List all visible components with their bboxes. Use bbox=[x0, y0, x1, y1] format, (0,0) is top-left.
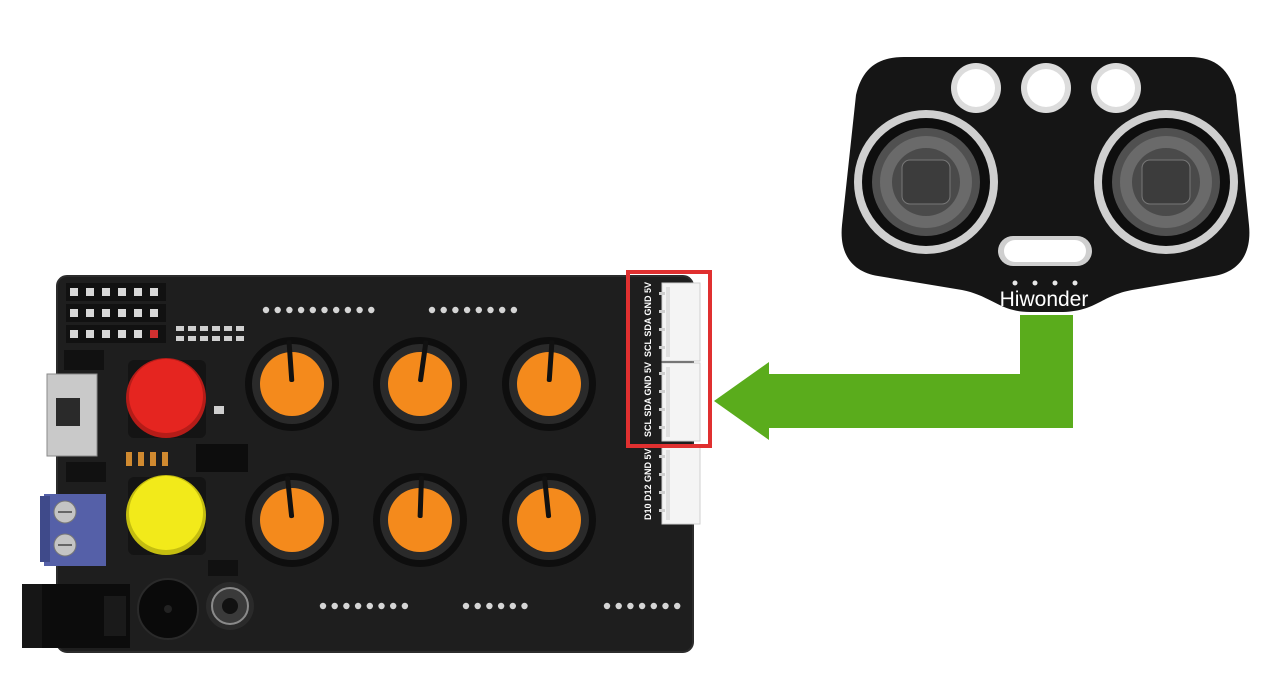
header-pin bbox=[86, 330, 94, 338]
knob bbox=[502, 473, 596, 567]
knob bbox=[245, 473, 339, 567]
pin-hole bbox=[463, 306, 471, 314]
pin-hole bbox=[674, 602, 681, 610]
ic-chip bbox=[196, 444, 248, 472]
pin-hole bbox=[662, 602, 669, 610]
knob bbox=[245, 337, 339, 431]
ultrasonic-sensor: Hiwonder bbox=[841, 57, 1250, 312]
connector-pin bbox=[659, 509, 665, 512]
pin-hole bbox=[499, 306, 506, 314]
pin-hole bbox=[262, 306, 270, 314]
knob bbox=[373, 337, 467, 431]
pin-hole bbox=[521, 602, 528, 610]
header-pin bbox=[150, 288, 158, 296]
pin-hole bbox=[378, 602, 385, 610]
header-pin bbox=[134, 309, 142, 317]
header-pin bbox=[86, 288, 94, 296]
knob bbox=[373, 473, 467, 567]
red-button bbox=[126, 358, 206, 438]
header-pin bbox=[70, 309, 78, 317]
pin-hole bbox=[366, 602, 373, 610]
connector-pin bbox=[659, 426, 665, 429]
pin-hole bbox=[440, 306, 447, 314]
knob bbox=[502, 337, 596, 431]
pin-hole bbox=[286, 306, 293, 314]
pin-hole bbox=[401, 602, 409, 610]
header-pin bbox=[118, 288, 126, 296]
pin-hole bbox=[510, 306, 518, 314]
connector-pin bbox=[659, 390, 665, 393]
header-pin bbox=[70, 330, 78, 338]
connector-pin bbox=[659, 491, 665, 494]
header-pin bbox=[150, 330, 158, 338]
pin-hole bbox=[462, 602, 470, 610]
header-pin bbox=[134, 288, 142, 296]
pin-hole bbox=[331, 602, 338, 610]
header-pin bbox=[102, 288, 110, 296]
pin-hole bbox=[321, 306, 328, 314]
pin-hole bbox=[309, 306, 316, 314]
header-pin bbox=[102, 330, 110, 338]
pin-hole bbox=[368, 306, 375, 314]
pin-hole bbox=[474, 602, 481, 610]
pin-hole bbox=[344, 306, 352, 314]
pin-hole bbox=[274, 306, 281, 314]
pin-hole bbox=[615, 602, 622, 610]
buzzer bbox=[137, 578, 199, 640]
connector-pin bbox=[659, 292, 665, 295]
pin-hole bbox=[319, 602, 327, 610]
pin-hole bbox=[356, 306, 363, 314]
pin-hole bbox=[627, 602, 634, 610]
pin-hole bbox=[475, 306, 482, 314]
header-pin bbox=[86, 309, 94, 317]
header-pin bbox=[118, 309, 126, 317]
header-pin bbox=[70, 288, 78, 296]
pin-hole bbox=[428, 306, 436, 314]
connector-pin bbox=[659, 408, 665, 411]
pin-hole bbox=[333, 306, 340, 314]
pin-hole bbox=[487, 306, 494, 314]
screw-terminal bbox=[40, 494, 106, 566]
transducer-right bbox=[1094, 110, 1238, 254]
header-pin bbox=[150, 309, 158, 317]
yellow-button bbox=[126, 475, 206, 555]
pin-hole bbox=[297, 306, 305, 314]
header-pin bbox=[118, 330, 126, 338]
pin-hole bbox=[354, 602, 362, 610]
connection-arrow bbox=[714, 315, 1073, 440]
pin-hole bbox=[343, 602, 350, 610]
pin-hole bbox=[603, 602, 611, 610]
pin-hole bbox=[497, 602, 505, 610]
connector-pin bbox=[659, 372, 665, 375]
slide-switch bbox=[46, 350, 106, 482]
connector-label-1: SCL SDA GND 5V bbox=[643, 282, 653, 357]
connector-label-3: D10 D12 GND 5V bbox=[643, 448, 653, 520]
sensor-brand: Hiwonder bbox=[1000, 288, 1089, 311]
header-pin bbox=[102, 309, 110, 317]
connector-pin bbox=[659, 310, 665, 313]
pin-hole bbox=[638, 602, 646, 610]
pin-hole bbox=[650, 602, 657, 610]
photoresistor bbox=[206, 582, 254, 630]
wiring-diagram: SCL SDA GND 5V SCL SDA GND 5V D10 D12 GN… bbox=[0, 0, 1268, 681]
pin-hole bbox=[486, 602, 493, 610]
header-pin bbox=[134, 330, 142, 338]
connector-pin bbox=[659, 328, 665, 331]
connector-pin bbox=[659, 455, 665, 458]
controller-board: SCL SDA GND 5V SCL SDA GND 5V D10 D12 GN… bbox=[22, 275, 701, 653]
connector-pin bbox=[659, 473, 665, 476]
grove-connectors bbox=[661, 282, 701, 525]
connector-pin bbox=[659, 346, 665, 349]
connector-label-2: SCL SDA GND 5V bbox=[643, 362, 653, 437]
pin-hole bbox=[390, 602, 397, 610]
pin-hole bbox=[509, 602, 516, 610]
dc-jack bbox=[22, 584, 130, 648]
pin-hole bbox=[452, 306, 459, 314]
transducer-left bbox=[854, 110, 998, 254]
